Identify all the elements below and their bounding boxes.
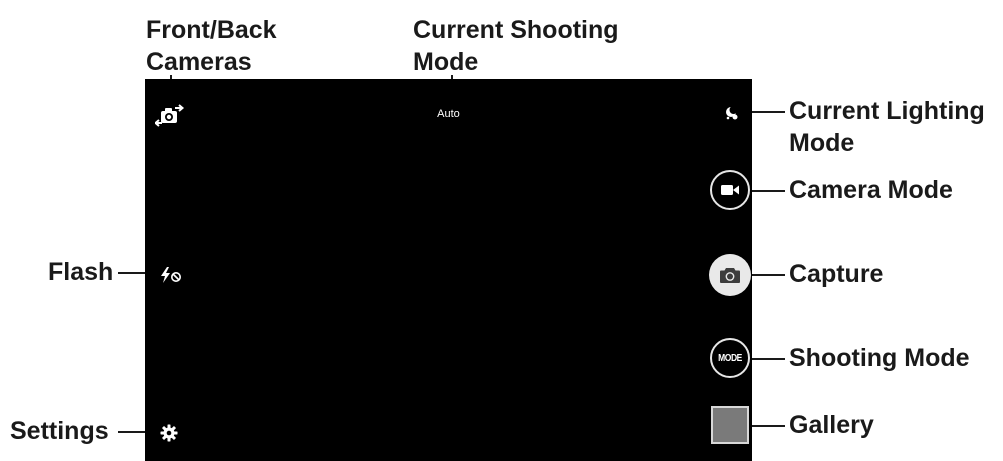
- current-shooting-mode-label: Current Shooting Mode: [413, 14, 619, 78]
- camera-mode-button[interactable]: [710, 170, 750, 210]
- shooting-mode-leader: [750, 358, 785, 360]
- camera-mode-leader: [750, 190, 785, 192]
- gallery-thumbnail[interactable]: [711, 406, 749, 444]
- current-shooting-mode-label-line-2: Mode: [413, 48, 479, 76]
- capture-label: Capture: [789, 260, 884, 288]
- video-camera-icon: [721, 185, 739, 195]
- settings-label: Settings: [10, 417, 109, 445]
- front-back-cameras-label-line-2: Cameras: [146, 48, 252, 76]
- mode-button-label: MODE: [718, 352, 742, 364]
- gallery-leader: [750, 425, 785, 427]
- capture-button[interactable]: [709, 254, 751, 296]
- camera-mode-label: Camera Mode: [789, 176, 953, 204]
- shooting-mode-button[interactable]: MODE: [710, 338, 750, 378]
- capture-leader: [750, 274, 785, 276]
- gear-icon[interactable]: [160, 424, 178, 442]
- lighting-mode-icon[interactable]: [723, 105, 741, 121]
- front-back-cameras-label: Front/Back Cameras: [146, 14, 277, 78]
- flash-label: Flash: [48, 258, 114, 286]
- shooting-mode-label: Shooting Mode: [789, 344, 970, 372]
- gallery-label: Gallery: [789, 411, 874, 439]
- camera-icon: [720, 268, 740, 283]
- current-mode-text: Auto: [437, 108, 460, 120]
- front-back-cameras-label-line-1: Front/Back: [146, 16, 277, 44]
- current-lighting-mode-label-line-1: Current Lighting: [789, 97, 985, 125]
- current-lighting-mode-label-line-2: Mode: [789, 129, 855, 157]
- camera-viewfinder[interactable]: Auto MODE: [145, 79, 752, 461]
- flash-off-icon[interactable]: [159, 266, 183, 284]
- current-lighting-mode-label: Current Lighting Mode: [789, 95, 985, 159]
- current-shooting-mode-label-line-1: Current Shooting: [413, 16, 619, 44]
